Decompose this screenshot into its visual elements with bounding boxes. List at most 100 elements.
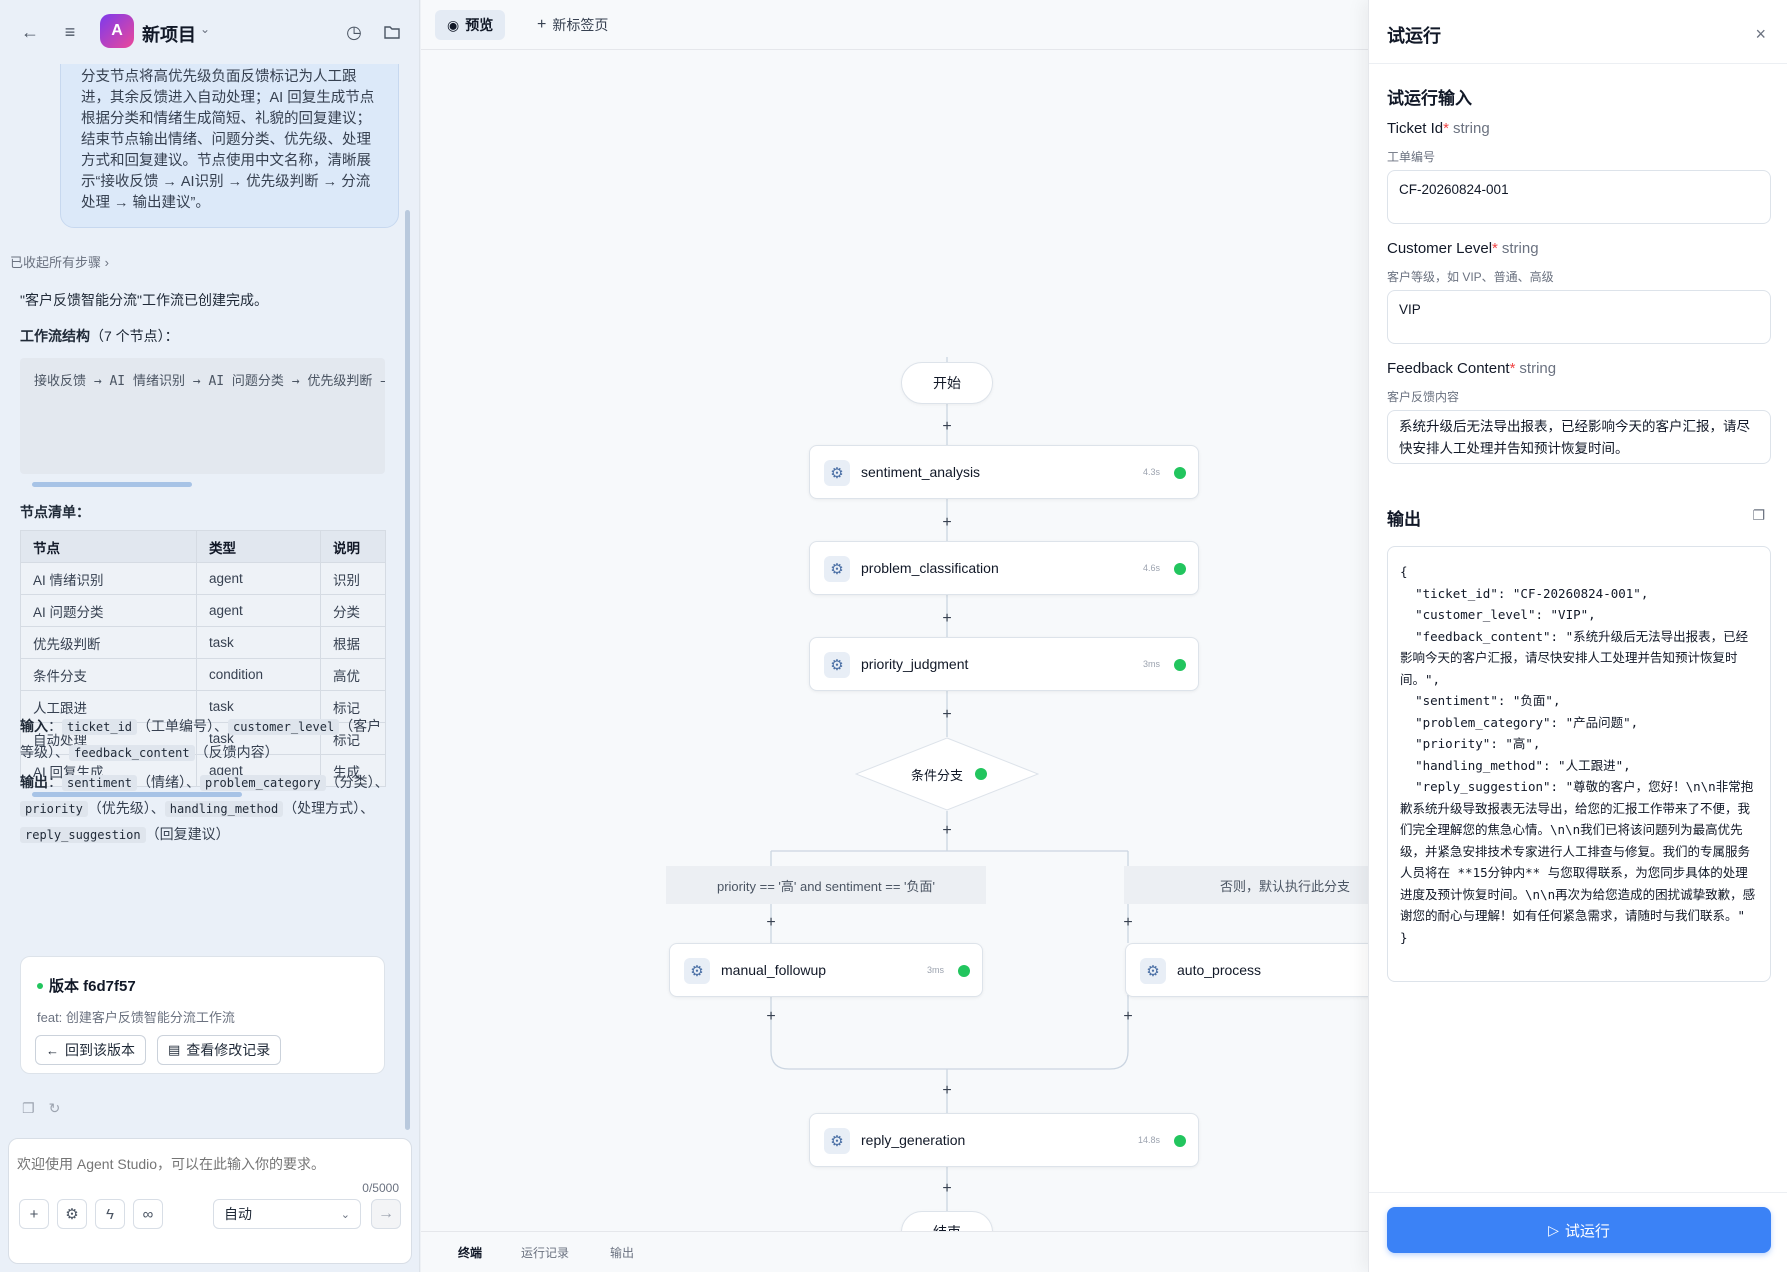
code-scrollbar[interactable]: [32, 482, 192, 487]
tab-terminal[interactable]: 终端: [458, 1244, 482, 1261]
node-sentiment-analysis[interactable]: ⚙ sentiment_analysis 4.3s: [809, 445, 1199, 499]
play-icon: ▷: [1548, 1221, 1559, 1238]
node-auto-process[interactable]: ⚙ auto_process: [1125, 943, 1368, 997]
customer-level-input[interactable]: VIP: [1387, 290, 1771, 344]
add-node-icon[interactable]: +: [1120, 915, 1136, 931]
node-duration: 4.3s: [1142, 467, 1160, 477]
message-actions: ❐ ↻: [22, 1100, 74, 1117]
node-problem-classification[interactable]: ⚙ problem_classification 4.6s: [809, 541, 1199, 595]
branch-else[interactable]: 否则，默认执行此分支: [1124, 866, 1368, 904]
table-row: 优先级判断 task 根据: [20, 626, 386, 659]
gear-icon: ⚙: [1140, 958, 1166, 984]
trial-run-panel: 试运行 × 试运行输入 Ticket Id* string 工单编号 CF-202…: [1368, 0, 1787, 1272]
tab-preview[interactable]: ◉ 预览: [435, 10, 506, 40]
steps-toggle[interactable]: 已收起所有步骤 ›: [10, 252, 109, 271]
add-node-icon[interactable]: +: [763, 1009, 779, 1025]
output-title: 输出: [1387, 510, 1421, 529]
back-icon[interactable]: ←: [18, 20, 42, 44]
mode-select[interactable]: 自动 ⌄: [213, 1199, 361, 1229]
node-reply-generation[interactable]: ⚙ reply_generation 14.8s: [809, 1113, 1199, 1167]
panel-title: 试运行: [1387, 26, 1441, 46]
add-node-icon[interactable]: +: [939, 823, 955, 839]
add-node-icon[interactable]: +: [1120, 1009, 1136, 1025]
document-icon: ▤: [168, 1042, 181, 1057]
add-node-icon[interactable]: +: [939, 1083, 955, 1099]
trial-run-header: 试运行 ×: [1369, 0, 1787, 64]
add-node-icon[interactable]: +: [939, 515, 955, 531]
view-history-button[interactable]: ▤ 查看修改记录: [157, 1035, 282, 1065]
node-priority-judgment[interactable]: ⚙ priority_judgment 3ms: [809, 637, 1199, 691]
new-tab-label: 新标签页: [552, 17, 609, 33]
run-button[interactable]: ▷ 试运行: [1387, 1207, 1771, 1253]
table-cell: 优先级判断: [20, 626, 197, 659]
workflow-canvas[interactable]: 开始 + ⚙ sentiment_analysis 4.3s + ⚙ probl…: [421, 51, 1368, 1231]
send-button[interactable]: →: [371, 1199, 401, 1229]
copy-icon[interactable]: ❐: [1752, 507, 1765, 524]
table-cell: 分类: [320, 594, 386, 627]
code-chip: customer_level: [228, 719, 340, 735]
project-name[interactable]: 新项目: [142, 21, 196, 47]
table-cell: 根据: [320, 626, 386, 659]
project-avatar[interactable]: A: [100, 14, 134, 48]
table-row: AI 情绪识别 agent 识别: [20, 562, 386, 595]
steps-toggle-label: 已收起所有步骤: [10, 255, 102, 270]
copy-icon[interactable]: ❐: [22, 1100, 35, 1116]
settings-icon[interactable]: ⚙: [57, 1199, 87, 1229]
add-node-icon[interactable]: +: [939, 1181, 955, 1197]
node-duration: 14.8s: [1137, 1135, 1160, 1145]
node-duration: 3ms: [1142, 659, 1160, 669]
link-icon[interactable]: ∞: [133, 1199, 163, 1229]
table-cell: condition: [196, 658, 321, 691]
new-tab-button[interactable]: + 新标签页: [529, 10, 616, 40]
start-node[interactable]: 开始: [901, 362, 993, 404]
inputs-label: 输入: [20, 718, 48, 734]
input-section-title: 试运行输入: [1387, 89, 1472, 108]
add-node-icon[interactable]: +: [939, 611, 955, 627]
node-label: manual_followup: [721, 962, 827, 978]
close-icon[interactable]: ×: [1755, 24, 1766, 45]
chat-scrollbar[interactable]: [405, 210, 410, 1130]
refresh-icon[interactable]: ↻: [49, 1100, 61, 1116]
run-button-label: 试运行: [1564, 1222, 1610, 1240]
field-label-feedback-content: Feedback Content* string: [1387, 360, 1557, 377]
add-node-icon[interactable]: +: [939, 419, 955, 435]
chat-input[interactable]: [17, 1149, 397, 1179]
lightning-icon[interactable]: ϟ: [95, 1199, 125, 1229]
field-label-customer-level: Customer Level* string: [1387, 240, 1539, 257]
menu-icon[interactable]: ≡: [58, 20, 82, 44]
table-row: AI 问题分类 agent 分类: [20, 594, 386, 627]
output-json[interactable]: { "ticket_id": "CF-20260824-001", "custo…: [1387, 546, 1771, 982]
code-chip: problem_category: [200, 775, 326, 791]
structure-code[interactable]: 接收反馈 → AI 情绪识别 → AI 问题分类 → 优先级判断 →: [20, 358, 385, 474]
char-count: 0/5000: [362, 1181, 399, 1195]
node-duration: 3ms: [926, 965, 944, 975]
history-icon[interactable]: ◷: [342, 20, 366, 44]
branch-condition[interactable]: priority == '高' and sentiment == '负面': [666, 866, 986, 904]
tab-output[interactable]: 输出: [610, 1244, 634, 1261]
add-icon[interactable]: +: [19, 1199, 49, 1229]
code-chip: feedback_content: [69, 745, 195, 761]
structure-count: （7 个节点）：: [90, 328, 179, 344]
tab-run-history[interactable]: 运行记录: [521, 1244, 569, 1261]
gear-icon: ⚙: [824, 652, 850, 678]
end-node[interactable]: 结束: [901, 1211, 993, 1231]
node-manual-followup[interactable]: ⚙ manual_followup 3ms: [669, 943, 983, 997]
gear-icon: ⚙: [824, 460, 850, 486]
code-chip: priority: [20, 801, 88, 817]
revert-version-button[interactable]: ← 回到该版本: [35, 1035, 146, 1065]
feedback-content-input[interactable]: 系统升级后无法导出报表，已经影响今天的客户汇报，请尽快安排人工处理并告知预计恢复…: [1387, 410, 1771, 464]
add-node-icon[interactable]: +: [763, 915, 779, 931]
structure-title: 工作流结构: [20, 328, 90, 344]
chevron-down-icon[interactable]: ⌄: [200, 22, 210, 36]
status-dot: [958, 965, 970, 977]
status-dot: [1174, 659, 1186, 671]
condition-node[interactable]: 条件分支: [855, 737, 1039, 811]
chat-messages[interactable]: 分支节点将高优先级负面反馈标记为人工跟进，其余反馈进入自动处理；AI 回复生成节…: [0, 64, 412, 1132]
project-header: ← ≡ A 新项目 ⌄ ◷: [0, 0, 419, 64]
ticket-id-input[interactable]: CF-20260824-001: [1387, 170, 1771, 224]
eye-icon: ◉: [447, 16, 460, 33]
add-node-icon[interactable]: +: [939, 707, 955, 723]
folder-icon[interactable]: [380, 20, 404, 44]
chip-desc: （分类）: [325, 774, 375, 790]
view-history-label: 查看修改记录: [186, 1042, 271, 1058]
